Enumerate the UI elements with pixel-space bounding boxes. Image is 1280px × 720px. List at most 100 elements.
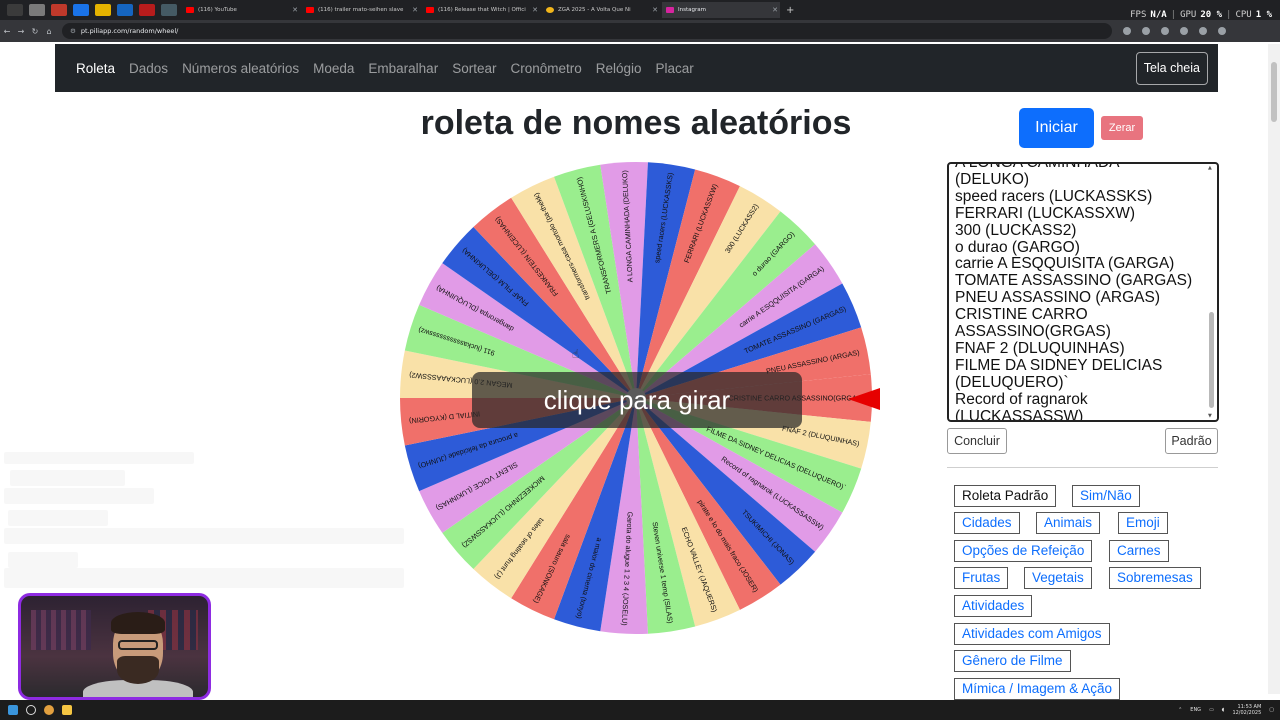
preset-vegetais[interactable]: Vegetais (1024, 567, 1092, 589)
webcam-overlay (18, 593, 211, 700)
nav-numeros-aleatorios[interactable]: Números aleatórios (182, 61, 299, 76)
spin-prompt[interactable]: clique para girar (472, 372, 802, 428)
preset-sim-nao[interactable]: Sim/Não (1072, 485, 1140, 507)
mouse-cursor-icon: ☝ (572, 347, 580, 361)
fullscreen-button[interactable]: Tela cheia (1135, 52, 1208, 85)
extensions-icon[interactable] (1161, 27, 1169, 35)
language-indicator[interactable]: ENG (1190, 707, 1201, 713)
performance-overlay: FPS N/A | GPU 20 % | CPU 1 % (1130, 10, 1272, 20)
sidepanel-icon[interactable] (1180, 27, 1188, 35)
nav-placar[interactable]: Placar (656, 61, 694, 76)
profile-icon[interactable] (1199, 27, 1207, 35)
nav-relogio[interactable]: Relógio (596, 61, 642, 76)
zoom-icon[interactable] (1123, 27, 1131, 35)
close-tab-icon[interactable]: ✕ (772, 2, 778, 18)
preset-mimica[interactable]: Mímica / Imagem & Ação (954, 678, 1121, 700)
search-icon[interactable] (26, 705, 36, 715)
names-scrollbar[interactable]: ▲ ▼ (1207, 165, 1216, 419)
preset-frutas[interactable]: Frutas (954, 567, 1009, 589)
names-line: (DELUKO) (955, 170, 1030, 188)
close-tab-icon[interactable]: ✕ (292, 2, 298, 18)
zga-icon (546, 7, 554, 13)
pinned-tab-icon[interactable] (73, 4, 89, 16)
reload-icon[interactable]: ↻ (28, 27, 42, 36)
preset-animais[interactable]: Animais (1036, 512, 1101, 534)
menu-icon[interactable] (1218, 27, 1226, 35)
chat-overlay-line (8, 552, 78, 568)
pinned-tab-icon[interactable] (139, 4, 155, 16)
preset-atividades[interactable]: Atividades (954, 595, 1033, 617)
pinned-tab-icon[interactable] (29, 4, 45, 16)
names-line: ASSASSINO(GRGAS) (955, 323, 1111, 341)
pinned-tab-icon[interactable] (51, 4, 67, 16)
preset-carnes[interactable]: Carnes (1109, 540, 1169, 562)
names-line: o durao (GARGO) (955, 238, 1080, 256)
close-tab-icon[interactable]: ✕ (532, 2, 538, 18)
wheel-pointer-icon (848, 388, 880, 410)
nav-sortear[interactable]: Sortear (452, 61, 496, 76)
names-line: FERRARI (LUCKASSXW) (955, 204, 1135, 222)
names-line: (LUCKASSASSW) (955, 407, 1084, 422)
preset-opcoes-refeicao[interactable]: Opções de Refeição (954, 540, 1093, 562)
home-icon[interactable]: ⌂ (42, 27, 56, 36)
scroll-down-icon[interactable]: ▼ (1208, 413, 1212, 419)
scroll-up-icon[interactable]: ▲ (1208, 165, 1212, 171)
preset-cidades[interactable]: Cidades (954, 512, 1020, 534)
forward-icon[interactable]: → (14, 27, 28, 36)
clock[interactable]: 11:53 AM 12/02/2025 (1232, 704, 1261, 716)
nav-embaralhar[interactable]: Embaralhar (368, 61, 438, 76)
bookmark-star-icon[interactable] (1142, 27, 1150, 35)
preset-atividades-amigos[interactable]: Atividades com Amigos (954, 623, 1110, 645)
close-tab-icon[interactable]: ✕ (652, 2, 658, 18)
done-button[interactable]: Concluir (947, 428, 1007, 454)
start-menu-icon[interactable] (8, 705, 18, 715)
new-tab-button[interactable]: + (786, 5, 794, 16)
chat-overlay-line (4, 488, 154, 504)
browser-tab[interactable]: (116) Release that Witch | Offici ✕ (422, 2, 540, 18)
network-icon[interactable]: ▭ (1209, 707, 1214, 713)
back-icon[interactable]: ← (0, 27, 14, 36)
names-line: CRISTINE CARRO (955, 306, 1088, 324)
chat-overlay-line (4, 452, 194, 464)
youtube-icon (306, 7, 314, 13)
browser-tab[interactable]: Instagram ✕ (662, 2, 780, 18)
youtube-icon (186, 7, 194, 13)
pinned-tab-icon[interactable] (117, 4, 133, 16)
preset-genero-filme[interactable]: Gênero de Filme (954, 650, 1071, 672)
file-explorer-icon[interactable] (62, 705, 72, 715)
pinned-tab-icon[interactable] (7, 4, 23, 16)
chrome-icon[interactable] (44, 705, 54, 715)
scrollbar-thumb[interactable] (1271, 62, 1277, 122)
pinned-tab-icon[interactable] (95, 4, 111, 16)
browser-tab[interactable]: (116) trailer mato-seihen slave ✕ (302, 2, 420, 18)
nav-dados[interactable]: Dados (129, 61, 168, 76)
names-line: (DELUQUERO)` (955, 373, 1069, 391)
pinned-tab-icon[interactable] (161, 4, 177, 16)
divider (947, 467, 1218, 468)
tray-chevron-icon[interactable]: ⌃ (1178, 707, 1182, 713)
url-field[interactable]: ⚙ pt.piliapp.com/random/wheel/ (62, 23, 1112, 39)
volume-icon[interactable]: ◖ (1222, 707, 1225, 713)
reset-button[interactable]: Zerar (1101, 116, 1143, 140)
nav-cronometro[interactable]: Cronômetro (510, 61, 581, 76)
names-line: carrie A ESQQUISITA (GARGA) (955, 255, 1175, 273)
nav-moeda[interactable]: Moeda (313, 61, 354, 76)
default-button[interactable]: Padrão (1165, 428, 1218, 454)
names-textarea[interactable]: A LONGA CAMINHADA (DELUKO) speed racers (L… (947, 162, 1219, 422)
names-line: PNEU ASSASSINO (ARGAS) (955, 289, 1160, 307)
page-scrollbar[interactable] (1268, 44, 1280, 694)
site-info-icon[interactable]: ⚙ (70, 27, 76, 35)
preset-roleta-padrao[interactable]: Roleta Padrão (954, 485, 1057, 507)
close-tab-icon[interactable]: ✕ (412, 2, 418, 18)
notifications-icon[interactable]: ▢ (1269, 707, 1274, 713)
preset-sobremesas[interactable]: Sobremesas (1109, 567, 1201, 589)
names-scrollbar-thumb[interactable] (1209, 312, 1214, 408)
names-line: 300 (LUCKASS2) (955, 221, 1077, 239)
preset-emoji[interactable]: Emoji (1118, 512, 1168, 534)
nav-roleta[interactable]: Roleta (76, 61, 115, 76)
names-list: A LONGA CAMINHADA (DELUKO) speed racers (L… (955, 164, 1203, 422)
browser-tab[interactable]: ZGA 2025 - A Volta Que Ni ✕ (542, 2, 660, 18)
start-button[interactable]: Iniciar (1019, 108, 1094, 148)
address-bar: ← → ↻ ⌂ ⚙ pt.piliapp.com/random/wheel/ (0, 20, 1280, 42)
browser-tab[interactable]: (116) YouTube ✕ (182, 2, 300, 18)
